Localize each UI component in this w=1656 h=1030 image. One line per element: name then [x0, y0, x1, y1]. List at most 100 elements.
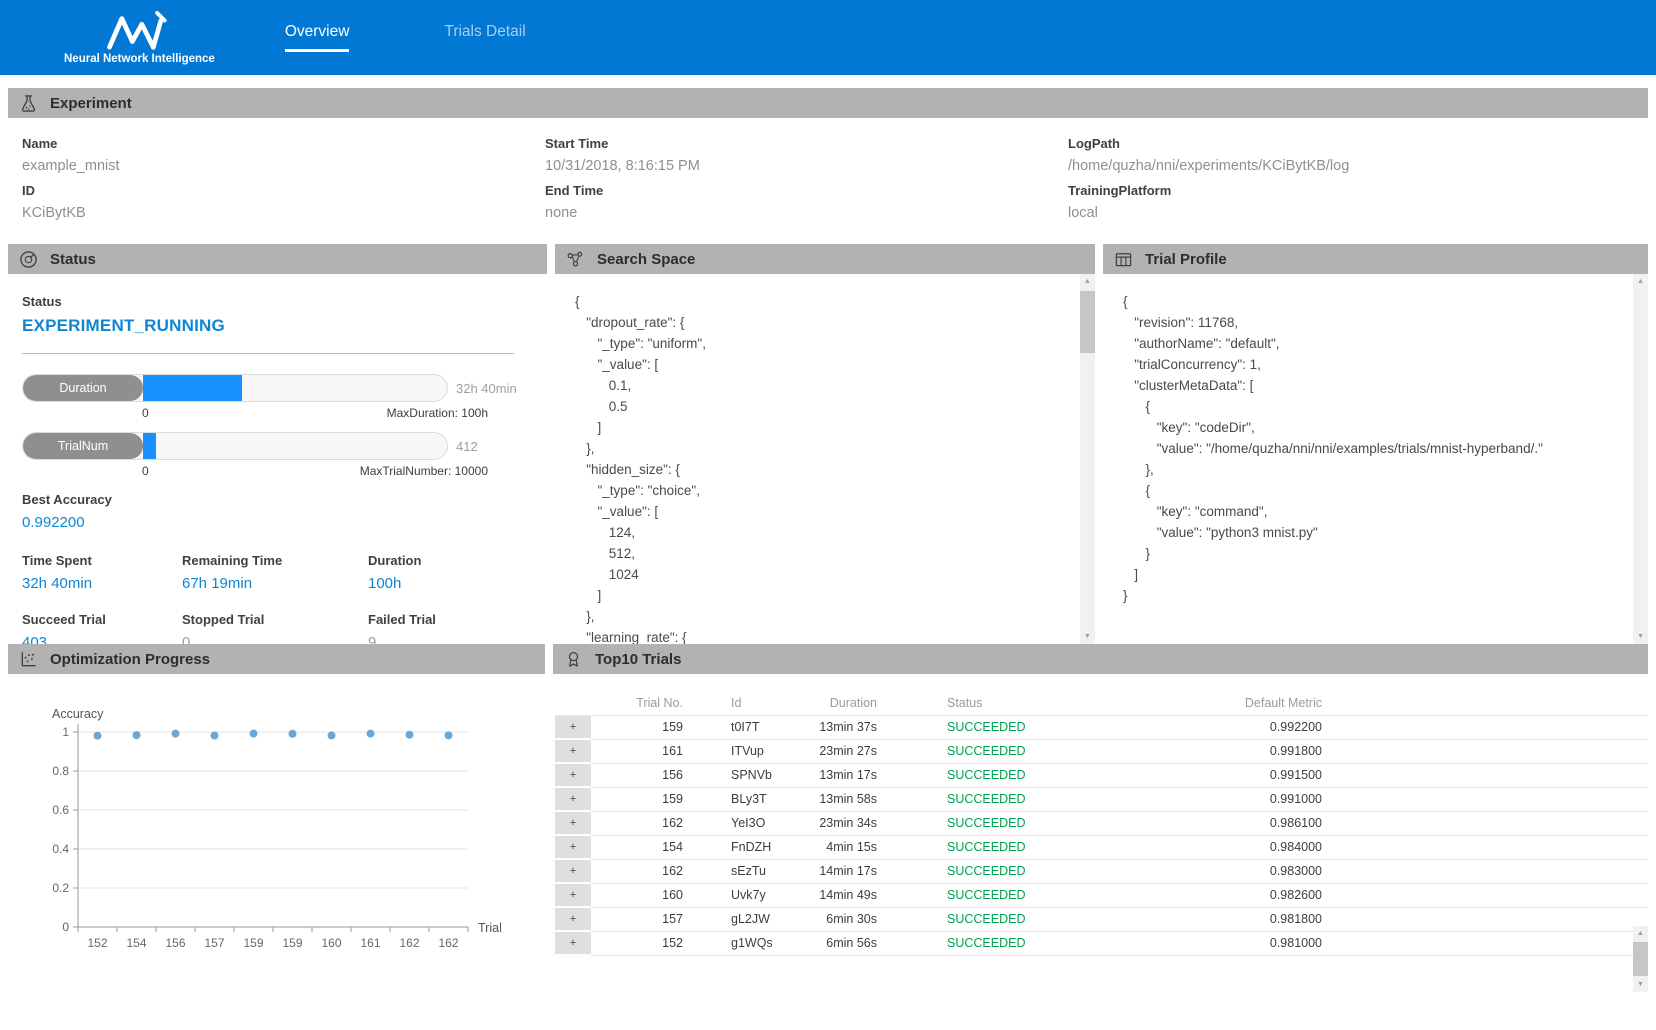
data-point[interactable] [445, 731, 453, 739]
stat-failed-trial: Failed Trial9 [368, 612, 533, 644]
stat-value: 32h 40min [22, 575, 182, 592]
field-label: LogPath [1068, 136, 1648, 151]
stat-label: Succeed Trial [22, 612, 182, 627]
data-point[interactable] [133, 731, 141, 739]
data-point[interactable] [328, 731, 336, 739]
tab-trials-detail[interactable]: Trials Detail [444, 23, 525, 52]
trial-profile-section-header: Trial Profile [1103, 244, 1648, 274]
top10-section-title: Top10 Trials [595, 651, 681, 668]
progress-bar-row: Duration32h 40min [22, 374, 533, 402]
stat-time-spent: Time Spent 32h 40min [22, 553, 182, 592]
data-point[interactable] [406, 731, 414, 739]
status-section-title: Status [50, 251, 96, 268]
stat-label: Stopped Trial [182, 612, 368, 627]
cell-status: SUCCEEDED [877, 740, 1122, 764]
progress-bar-row: TrialNum412 [22, 432, 533, 460]
scrollbar-thumb[interactable] [1633, 942, 1648, 976]
data-point[interactable] [211, 732, 219, 740]
table-row: +159BLy3T13min 58sSUCCEEDED0.991000 [555, 788, 1648, 812]
field-label: ID [22, 183, 545, 198]
y-tick-label: 0.4 [52, 842, 69, 856]
tab-overview[interactable]: Overview [285, 23, 350, 52]
trial-profile-scrollbar[interactable]: ▲ ▼ [1633, 274, 1648, 644]
progress-bar-value: 32h 40min [456, 381, 517, 396]
scale-min: 0 [142, 406, 149, 420]
cell-id: FnDZH [691, 836, 787, 860]
data-point[interactable] [250, 730, 258, 738]
scroll-up-arrow[interactable]: ▲ [1633, 926, 1648, 941]
expand-row-button[interactable]: + [555, 764, 591, 788]
cell-status: SUCCEEDED [877, 764, 1122, 788]
stat-label: Time Spent [22, 553, 182, 568]
top-navigation: Neural Network Intelligence Overview Tria… [0, 0, 1656, 75]
scroll-down-arrow[interactable]: ▼ [1080, 629, 1095, 644]
cell-status: SUCCEEDED [877, 884, 1122, 908]
status-divider [22, 353, 514, 354]
field-label: Name [22, 136, 545, 151]
scrollbar-thumb[interactable] [1080, 291, 1095, 353]
table-header-row: Trial No.IdDurationStatusDefault Metric [555, 692, 1648, 716]
gauge-icon [19, 250, 38, 269]
search-space-section-header: Search Space [555, 244, 1095, 274]
table-row: +157gL2JW6min 30sSUCCEEDED0.981800 [555, 908, 1648, 932]
experiment-section-header: Experiment [8, 88, 1648, 118]
cell-filler [1322, 932, 1648, 956]
expand-row-button[interactable]: + [555, 884, 591, 908]
cell-filler [1322, 812, 1648, 836]
best-accuracy: Best Accuracy 0.992200 [22, 492, 533, 531]
search-space-json: { "dropout_rate": { "_type": "uniform", … [555, 274, 1095, 644]
accuracy-chart-wrap: Accuracy00.20.40.60.81152154156157159159… [8, 674, 545, 975]
scroll-down-arrow[interactable]: ▼ [1633, 977, 1648, 992]
experiment-details: Nameexample_mnistIDKCiBytKBStart Time10/… [8, 118, 1648, 244]
stat-value: 100h [368, 575, 533, 592]
x-tick-label: 162 [399, 936, 419, 950]
data-point[interactable] [289, 730, 297, 738]
expand-row-button[interactable]: + [555, 788, 591, 812]
status-stats-grid: Time Spent32h 40minRemaining Time67h 19m… [22, 553, 533, 644]
cell-metric: 0.992200 [1122, 716, 1322, 740]
table-row: +162YeI3O23min 34sSUCCEEDED0.986100 [555, 812, 1648, 836]
optimization-section-title: Optimization Progress [50, 651, 210, 668]
table-row: +152g1WQs6min 56sSUCCEEDED0.981000 [555, 932, 1648, 956]
expand-row-button[interactable]: + [555, 836, 591, 860]
x-tick-label: 154 [126, 936, 146, 950]
top10-content: Trial No.IdDurationStatusDefault Metric+… [553, 674, 1648, 1011]
expand-row-button[interactable]: + [555, 908, 591, 932]
medal-icon [564, 650, 583, 669]
nni-logo[interactable]: Neural Network Intelligence [64, 11, 215, 65]
scroll-up-arrow[interactable]: ▲ [1633, 274, 1648, 289]
expand-row-button[interactable]: + [555, 740, 591, 764]
scroll-down-arrow[interactable]: ▼ [1633, 629, 1648, 644]
stat-value: 9 [368, 634, 533, 644]
trial-profile-json: { "revision": 11768, "authorName": "defa… [1103, 274, 1648, 606]
network-nodes-icon [566, 250, 585, 269]
scroll-up-arrow[interactable]: ▲ [1080, 274, 1095, 289]
cell-duration: 13min 58s [787, 788, 877, 812]
cell-trial-no: 162 [591, 860, 691, 884]
data-point[interactable] [172, 730, 180, 738]
cell-id: gL2JW [691, 908, 787, 932]
trial-profile-panel: Trial Profile { "revision": 11768, "auth… [1103, 244, 1648, 644]
experiment-section: Experiment Nameexample_mnistIDKCiBytKBSt… [8, 88, 1648, 244]
expand-row-button[interactable]: + [555, 860, 591, 884]
cell-trial-no: 162 [591, 812, 691, 836]
accuracy-scatter-chart[interactable]: Accuracy00.20.40.60.81152154156157159159… [16, 702, 544, 970]
profile-box-icon [1114, 250, 1133, 269]
cell-trial-no: 160 [591, 884, 691, 908]
expand-row-button[interactable]: + [555, 716, 591, 740]
expand-row-button[interactable]: + [555, 932, 591, 956]
cell-duration: 4min 15s [787, 836, 877, 860]
cell-status: SUCCEEDED [877, 716, 1122, 740]
data-point[interactable] [94, 732, 102, 740]
cell-id: g1WQs [691, 932, 787, 956]
stat-label: Remaining Time [182, 553, 368, 568]
data-point[interactable] [367, 730, 375, 738]
search-space-scrollbar[interactable]: ▲ ▼ [1080, 274, 1095, 644]
status-panel-content: Status EXPERIMENT_RUNNING Duration32h 40… [8, 274, 547, 644]
col-id-header: Id [691, 692, 787, 716]
cell-trial-no: 152 [591, 932, 691, 956]
top10-scrollbar[interactable]: ▲ ▼ [1633, 926, 1648, 992]
expand-row-button[interactable]: + [555, 812, 591, 836]
cell-status: SUCCEEDED [877, 812, 1122, 836]
cell-id: BLy3T [691, 788, 787, 812]
